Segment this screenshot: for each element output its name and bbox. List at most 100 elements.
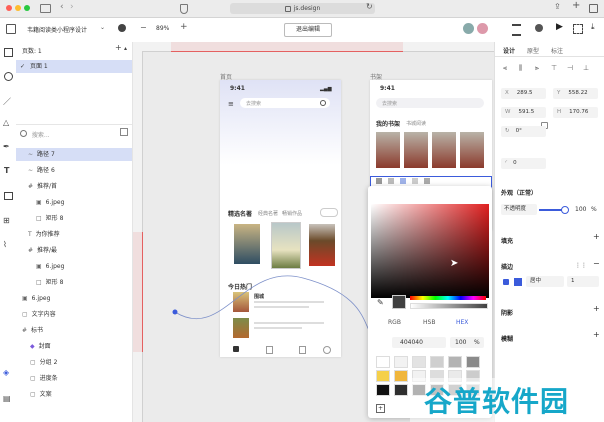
layer-item[interactable]: □ 矩形 8 (16, 212, 132, 225)
mode-tab-hsb[interactable]: HSB (423, 319, 435, 326)
window-min-dot[interactable] (15, 5, 21, 11)
hue-slider[interactable] (410, 296, 486, 300)
forward-icon[interactable]: › (70, 2, 74, 12)
window-max-dot[interactable] (24, 5, 30, 11)
preset-swatch[interactable] (430, 356, 444, 368)
new-tab-icon[interactable]: + (572, 0, 580, 11)
layer-item[interactable]: ▢ 分组 2 (16, 356, 132, 369)
avatar[interactable] (463, 23, 474, 34)
layer-item[interactable]: ▢ 进度条 (16, 372, 132, 385)
h-field[interactable]: H 170.76 (553, 107, 598, 118)
corner-radius-field[interactable]: ◜ 0 (501, 158, 546, 169)
component-tool-icon[interactable]: ⊞ (3, 216, 10, 225)
layer-search[interactable]: 搜索... (20, 130, 128, 141)
layer-item[interactable]: ∼ 路径 7 (16, 148, 132, 161)
stroke-width-input[interactable]: 1 (567, 276, 599, 287)
preset-swatch[interactable] (394, 356, 408, 368)
color-field-cursor[interactable]: ➤ (450, 258, 458, 269)
triangle-tool-icon[interactable]: △ (3, 118, 9, 127)
line-tool-icon[interactable]: ／ (3, 96, 11, 107)
exit-edit-button[interactable]: 退出编辑 (284, 23, 332, 37)
shelf-book-cover[interactable] (432, 132, 456, 168)
style-swatch[interactable] (376, 178, 382, 184)
color-field[interactable] (371, 204, 489, 298)
zoom-in-icon[interactable]: + (180, 22, 188, 32)
stroke-align-select[interactable]: 居中 (526, 276, 564, 287)
book-thumb[interactable] (233, 318, 249, 338)
sidebar-toggle-icon[interactable] (40, 4, 51, 13)
layer-item[interactable]: T 为你推荐 (16, 228, 132, 241)
user-icon[interactable] (535, 24, 543, 32)
inspector-tab-prototype[interactable]: 原型 (527, 46, 539, 55)
layer-item[interactable]: ◆ 封面 (16, 340, 132, 353)
tab-bookmark-icon[interactable] (299, 346, 306, 354)
mode-tab-hex[interactable]: HEX (456, 319, 468, 326)
style-swatch[interactable] (412, 178, 418, 184)
preset-swatch[interactable] (376, 370, 390, 382)
layer-item[interactable]: ▢ 文字内容 (16, 308, 132, 321)
library-icon[interactable] (512, 24, 521, 36)
layer-item[interactable]: ▣ 6.jpeg (16, 196, 132, 209)
opacity-slider[interactable] (539, 209, 563, 211)
add-blur-icon[interactable]: + (593, 330, 600, 339)
stroke-visible-checkbox[interactable] (503, 279, 509, 285)
page-item-current[interactable]: ✓ 页面 1 (16, 60, 132, 73)
book-cover[interactable] (309, 224, 335, 266)
preset-swatch[interactable] (376, 356, 390, 368)
add-fill-icon[interactable]: + (593, 232, 600, 241)
remove-stroke-icon[interactable]: − (593, 259, 600, 268)
tab-profile-icon[interactable] (323, 346, 331, 354)
play-icon[interactable]: ▶ (556, 22, 563, 32)
image-tool-icon[interactable] (4, 192, 13, 200)
align-bottom-icon[interactable]: ⊥ (583, 64, 589, 72)
shelf-tab-store[interactable]: 书城阅读 (406, 120, 426, 127)
pen-tool-icon[interactable]: ✒ (3, 142, 10, 151)
zoom-level[interactable]: 89% (156, 25, 169, 32)
add-shadow-icon[interactable]: + (593, 304, 600, 313)
tabs-overview-icon[interactable] (589, 4, 598, 13)
appearance-label[interactable]: 外观（正常） (501, 188, 537, 197)
shelf-book-cover[interactable] (376, 132, 400, 168)
inspector-tab-annotation[interactable]: 标注 (551, 46, 563, 55)
preset-swatch[interactable] (466, 356, 480, 368)
add-page-icon[interactable]: + (115, 43, 122, 52)
share-icon[interactable]: ⇪ (554, 2, 561, 11)
tab-category-icon[interactable] (266, 346, 273, 354)
align-right-icon[interactable]: ⫸ (535, 64, 539, 73)
book-cover[interactable] (234, 224, 260, 264)
reload-icon[interactable]: ↻ (366, 2, 373, 11)
layer-item[interactable]: # 标书 (16, 324, 132, 337)
align-top-icon[interactable]: ⊤ (551, 64, 557, 72)
stroke-style-icon[interactable]: ⋮⋮ (575, 262, 587, 269)
style-swatch[interactable] (388, 178, 394, 184)
download-icon[interactable]: ⤓ (591, 22, 595, 32)
book-thumb[interactable] (233, 292, 249, 312)
section-tab-bestseller[interactable]: 畅销作品 (282, 210, 302, 217)
book-title[interactable]: 围城 (254, 293, 264, 300)
frame-tool-icon[interactable] (4, 48, 13, 57)
shelf-tab-mine[interactable]: 我的书架 (376, 119, 400, 128)
home-frame[interactable]: 9:41 ▂▄▆ ≡ 去搜索 精选名著 经典名著 畅销作品 今日热门 围城 (220, 80, 341, 357)
preset-swatch[interactable] (376, 384, 390, 396)
url-bar[interactable]: js.design (230, 3, 375, 14)
hex-opacity-input[interactable]: 100 % (450, 337, 484, 348)
zoom-out-icon[interactable]: − (140, 23, 147, 32)
filter-icon[interactable] (120, 128, 128, 136)
brush-tool-icon[interactable]: ⌇ (3, 240, 7, 249)
hex-input[interactable]: 404040 (392, 337, 446, 348)
layer-search-input[interactable]: 搜索... (32, 132, 50, 139)
add-swatch-icon[interactable]: + (376, 404, 385, 413)
home-icon[interactable] (6, 24, 16, 34)
rotation-field[interactable]: ↻ 0° (501, 126, 546, 137)
menu-icon[interactable]: ≡ (228, 100, 234, 108)
align-middle-icon[interactable]: ⊣ (567, 64, 573, 72)
opacity-slider-knob[interactable] (561, 206, 569, 214)
w-field[interactable]: W 591.5 (501, 107, 546, 118)
eyedropper-icon[interactable]: ✎ (377, 298, 384, 307)
collapse-pages-icon[interactable]: ▴ (124, 45, 127, 52)
document-title[interactable]: 韦籍阅读类小程序设计 (27, 25, 87, 34)
mode-tab-rgb[interactable]: RGB (388, 319, 401, 326)
preset-swatch[interactable] (394, 384, 408, 396)
layer-item[interactable]: □ 矩形 8 (16, 276, 132, 289)
align-left-icon[interactable]: ⫷ (503, 64, 507, 73)
